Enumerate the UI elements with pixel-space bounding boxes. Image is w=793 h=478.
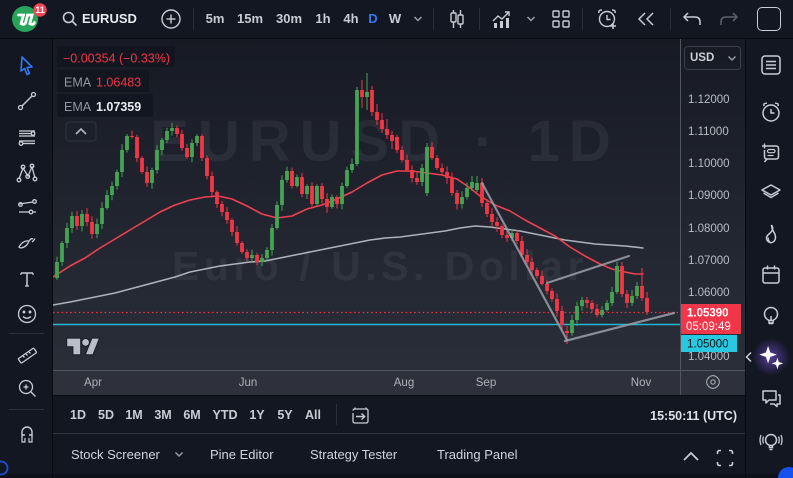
svg-text:EMA: EMA xyxy=(64,100,92,114)
svg-text:1.09000: 1.09000 xyxy=(688,190,730,202)
svg-text:Apr: Apr xyxy=(84,377,102,389)
svg-text:Nov: Nov xyxy=(631,377,652,389)
svg-text:1.12000: 1.12000 xyxy=(688,94,730,106)
svg-text:1.05000: 1.05000 xyxy=(687,339,729,351)
svg-text:1.06000: 1.06000 xyxy=(688,287,730,299)
svg-text:1.11000: 1.11000 xyxy=(688,126,729,138)
svg-text:1.06483: 1.06483 xyxy=(96,76,141,90)
svg-text:05:09:49: 05:09:49 xyxy=(686,321,731,333)
svg-text:EURUSD · 1D: EURUSD · 1D xyxy=(150,109,620,174)
svg-text:1.07359: 1.07359 xyxy=(96,100,141,114)
svg-text:1.04000: 1.04000 xyxy=(688,351,730,363)
svg-text:Sep: Sep xyxy=(476,377,496,389)
svg-text:−0.00354 (−0.33%): −0.00354 (−0.33%) xyxy=(63,52,170,66)
svg-text:Euro / U.S. Dollar: Euro / U.S. Dollar xyxy=(172,243,588,289)
svg-text:11: 11 xyxy=(35,5,45,15)
svg-text:Jun: Jun xyxy=(239,377,258,389)
svg-text:1.05390: 1.05390 xyxy=(687,308,729,320)
svg-text:Aug: Aug xyxy=(394,377,414,389)
svg-text:1.10000: 1.10000 xyxy=(688,158,730,170)
svg-text:1.07000: 1.07000 xyxy=(688,255,730,267)
svg-text:EMA: EMA xyxy=(64,76,92,90)
svg-text:1.08000: 1.08000 xyxy=(688,223,730,235)
